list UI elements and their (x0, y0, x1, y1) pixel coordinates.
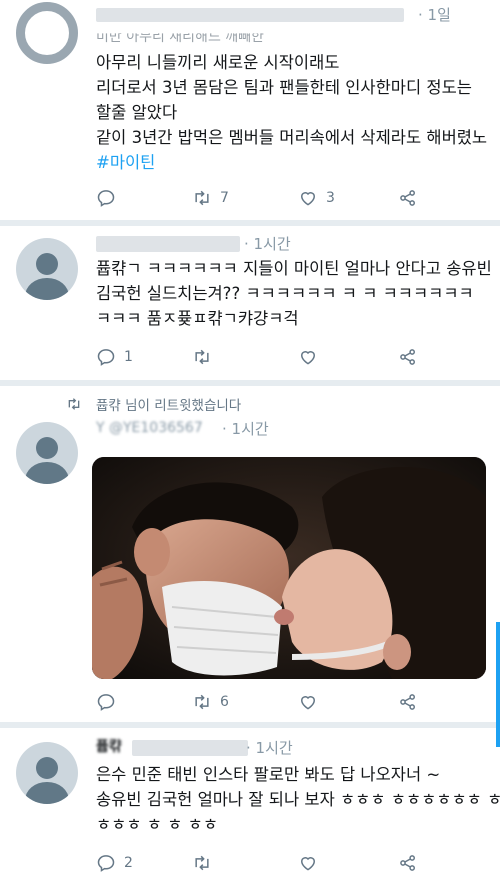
heart-icon (300, 857, 316, 871)
like-button[interactable] (298, 691, 318, 713)
tweet-text-line: 퓹캮ㄱ ㅋㅋㅋㅋㅋㅋ 지들이 마이틴 얼마나 안다고 송유빈 (96, 259, 492, 278)
reply-icon (97, 349, 115, 366)
reply-button[interactable]: 1 (96, 346, 133, 368)
scrollbar[interactable] (496, 622, 500, 747)
avatar[interactable] (16, 422, 78, 484)
tweet-time[interactable]: · 1시간 (244, 233, 291, 254)
share-icon (400, 694, 415, 710)
retweet-count: 7 (220, 190, 229, 206)
share-button[interactable] (398, 187, 418, 209)
retweet-label-text: 퓹캮 님이 리트윗했습니다 (96, 398, 242, 414)
heart-icon (300, 351, 316, 365)
reply-icon (97, 694, 115, 711)
tweet-text-line: 은수 민준 태빈 인스타 팔로만 봐도 답 나오자너 ~ (96, 765, 441, 784)
default-avatar-icon (35, 436, 59, 460)
reply-button[interactable] (96, 691, 116, 713)
share-icon (400, 349, 415, 365)
retweet-button[interactable]: 6 (192, 691, 229, 713)
blurred-username (96, 8, 404, 22)
avatar[interactable] (16, 742, 78, 804)
retweet-button[interactable] (192, 346, 212, 368)
reply-icon (97, 855, 115, 872)
blurred-display-name: 퓹캮 (96, 739, 122, 755)
tweet-time[interactable]: · 1시간 (246, 737, 293, 758)
tweet-text-line: ㅎㅎㅎ ㅎ ㅎ ㅎㅎ (96, 815, 218, 834)
retweet-icon (195, 349, 209, 365)
retweet-button[interactable] (192, 852, 212, 874)
tweet-4[interactable]: 퓹캮 · 1시간 은수 민준 태빈 인스타 팔로만 봐도 답 나오자너 ~ 송유… (0, 728, 500, 888)
avatar[interactable] (16, 2, 78, 64)
hashtag-link[interactable]: #마이틴 (96, 150, 155, 175)
share-icon (400, 855, 415, 871)
share-icon (400, 190, 415, 206)
tweet-time[interactable]: · 1시간 (222, 418, 269, 439)
retweet-indicator: 퓹캮 님이 리트윗했습니다 (66, 394, 241, 414)
blurred-handle (132, 740, 248, 756)
tweet-text-line: 리더로서 3년 몸담은 팀과 팬들한테 인사한마디 정도는 (96, 78, 472, 97)
retweet-icon (68, 398, 80, 410)
tweet-actions: 7 3 (96, 187, 426, 209)
blurred-handle: Y @YE1036567 (96, 420, 203, 436)
retweet-button[interactable]: 7 (192, 187, 229, 209)
tweet-text-line: 할줄 알았다 (96, 103, 178, 122)
blurred-username (96, 236, 240, 252)
like-button[interactable]: 3 (298, 187, 335, 209)
tweet-actions: 2 (96, 852, 426, 874)
default-avatar-icon (35, 252, 59, 276)
retweet-icon (195, 190, 209, 206)
tweet-header-line: 미반 아무리 새리해드 깨빼한 (96, 29, 264, 45)
retweet-icon (195, 855, 209, 871)
tweet-actions: 6 (96, 691, 426, 713)
share-button[interactable] (398, 691, 418, 713)
avatar[interactable] (16, 238, 78, 300)
tweet-2[interactable]: · 1시간 퓹캮ㄱ ㅋㅋㅋㅋㅋㅋ 지들이 마이틴 얼마나 안다고 송유빈 김국헌… (0, 226, 500, 380)
tweet-photo[interactable] (92, 457, 486, 679)
tweet-text-line: 같이 3년간 밥먹은 멤버들 머리속에서 삭제라도 해버렸노 (96, 128, 488, 147)
tweet-time[interactable]: · 1일 (418, 4, 451, 25)
heart-icon (300, 192, 316, 206)
tweet-text-line: 송유빈 김국헌 얼마나 잘 되나 보자 ㅎㅎㅎ ㅎㅎㅎㅎㅎㅎ ㅎ (96, 790, 500, 809)
reply-count: 1 (124, 349, 133, 365)
reply-count: 2 (124, 855, 133, 871)
reply-button[interactable]: 2 (96, 852, 133, 874)
tweet-1[interactable]: · 1일 미반 아무리 새리해드 깨빼한 아무리 니들끼리 새로운 시작이래도 … (0, 0, 500, 220)
heart-icon (300, 696, 316, 710)
share-button[interactable] (398, 852, 418, 874)
tweet-text-line: 아무리 니들끼리 새로운 시작이래도 (96, 53, 340, 72)
default-avatar-icon (35, 756, 59, 780)
photo-image (92, 457, 486, 679)
tweet-text-line: ㅋㅋㅋ 품ㅈ퓾ㅍ캮ㄱ캬걍ㅋ걱 (96, 309, 299, 328)
share-button[interactable] (398, 346, 418, 368)
retweet-icon (195, 694, 209, 710)
like-count: 3 (326, 190, 335, 206)
reply-icon (97, 190, 115, 207)
tweet-actions: 1 (96, 346, 426, 368)
like-button[interactable] (298, 346, 318, 368)
tweet-text-line: 김국헌 실드치는겨?? ㅋㅋㅋㅋㅋㅋ ㅋ ㅋ ㅋㅋㅋㅋㅋㅋ (96, 284, 474, 303)
like-button[interactable] (298, 852, 318, 874)
reply-button[interactable] (96, 187, 116, 209)
retweet-count: 6 (220, 694, 229, 710)
